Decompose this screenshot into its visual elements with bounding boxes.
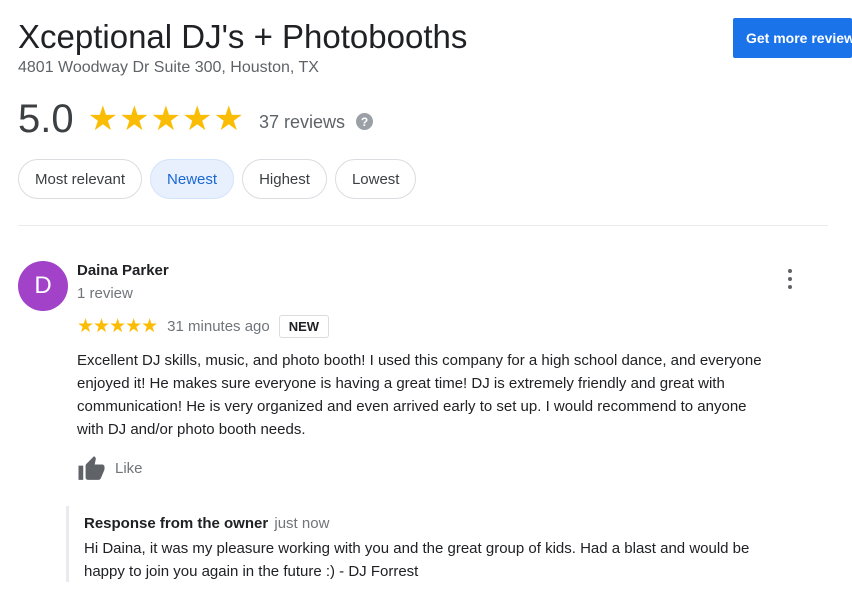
thumbs-up-icon	[78, 456, 105, 480]
new-badge: NEW	[278, 314, 330, 338]
owner-response-line: Hi Daina, it was my pleasure working wit…	[84, 540, 750, 557]
review-text-line: communication! He is very organized and …	[77, 398, 747, 415]
sort-chip-lowest[interactable]: Lowest	[334, 159, 417, 199]
owner-response-text: Hi Daina, it was my pleasure working wit…	[84, 537, 824, 583]
more-vert-icon[interactable]	[779, 266, 801, 292]
review-text: Excellent DJ skills, music, and photo bo…	[77, 349, 829, 441]
rating-value: 5.0	[18, 96, 74, 141]
owner-response-line: happy to join you again in the future :)…	[84, 563, 419, 580]
reviewer-name[interactable]: Daina Parker	[77, 262, 169, 279]
like-label: Like	[115, 459, 143, 477]
owner-response-label: Response from the owner	[84, 515, 269, 532]
sort-chips: Most relevant Newest Highest Lowest	[18, 159, 417, 199]
sort-chip-most-relevant[interactable]: Most relevant	[18, 159, 143, 199]
owner-response-time: just now	[274, 515, 330, 532]
business-address: 4801 Woodway Dr Suite 300, Houston, TX	[18, 59, 319, 76]
review-text-line: enjoyed it! He makes sure everyone is ha…	[77, 375, 725, 392]
review-count[interactable]: 37 reviews	[259, 112, 345, 133]
review-stars: ★★★★★	[77, 315, 158, 337]
rating-stars: ★★★★★	[87, 100, 246, 138]
review-text-line: with DJ and/or photo booth needs.	[77, 421, 306, 438]
divider	[18, 225, 828, 226]
get-more-reviews-button[interactable]: Get more reviews	[733, 18, 852, 58]
owner-response-header: Response from the owner just now	[84, 515, 329, 532]
review-rating-row: ★★★★★ 31 minutes ago NEW	[77, 313, 330, 339]
review-text-line: Excellent DJ skills, music, and photo bo…	[77, 352, 762, 369]
sort-chip-highest[interactable]: Highest	[242, 159, 327, 199]
review-time: 31 minutes ago	[167, 317, 270, 335]
question-circle-icon[interactable]: ?	[356, 113, 374, 130]
like-button[interactable]: Like	[77, 454, 143, 482]
rating-summary: 5.0 ★★★★★ 37 reviews ?	[18, 96, 374, 142]
business-title: Xceptional DJ's + Photobooths	[18, 18, 468, 55]
owner-response: Response from the owner just now Hi Dain…	[66, 506, 826, 582]
sort-chip-newest[interactable]: Newest	[150, 159, 235, 199]
avatar[interactable]: D	[18, 261, 68, 311]
reviewer-review-count: 1 review	[77, 285, 133, 302]
